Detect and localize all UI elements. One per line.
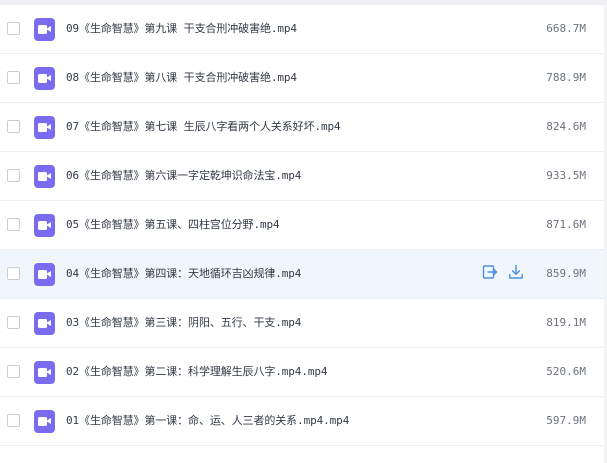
file-name[interactable]: 02《生命智慧》第二课：科学理解生辰八字.mp4.mp4 xyxy=(66,363,328,381)
file-name[interactable]: 08《生命智慧》第八课 干支合刑冲破害绝.mp4 xyxy=(66,69,297,87)
list-item[interactable]: 05《生命智慧》第五课、四柱宫位分野.mp4 871.6M xyxy=(0,201,604,250)
file-name[interactable]: 05《生命智慧》第五课、四柱宫位分野.mp4 xyxy=(66,216,280,234)
file-list: 09《生命智慧》第九课 干支合刑冲破害绝.mp4 668.7M 08《生命智慧》… xyxy=(0,5,604,446)
list-item[interactable]: 08《生命智慧》第八课 干支合刑冲破害绝.mp4 788.9M xyxy=(0,54,604,103)
video-file-icon xyxy=(34,116,55,139)
file-size: 871.6M xyxy=(546,218,586,231)
file-name[interactable]: 06《生命智慧》第六课一字定乾坤识命法宝.mp4 xyxy=(66,167,301,185)
row-checkbox[interactable] xyxy=(7,71,20,84)
row-checkbox[interactable] xyxy=(7,120,20,133)
row-checkbox[interactable] xyxy=(7,316,20,329)
file-size: 788.9M xyxy=(546,71,586,84)
download-icon[interactable] xyxy=(508,264,524,280)
file-name[interactable]: 04《生命智慧》第四课：天地循环吉凶规律.mp4 xyxy=(66,265,301,283)
list-item[interactable]: 03《生命智慧》第三课：阴阳、五行、干支.mp4 819.1M xyxy=(0,299,604,348)
row-checkbox[interactable] xyxy=(7,218,20,231)
file-name[interactable]: 09《生命智慧》第九课 干支合刑冲破害绝.mp4 xyxy=(66,20,297,38)
list-item-hovered[interactable]: 04《生命智慧》第四课：天地循环吉凶规律.mp4 859.9M xyxy=(0,250,604,299)
video-file-icon xyxy=(34,165,55,188)
row-checkbox[interactable] xyxy=(7,22,20,35)
row-checkbox[interactable] xyxy=(7,365,20,378)
row-actions xyxy=(482,264,524,284)
video-file-icon xyxy=(34,361,55,384)
video-file-icon xyxy=(34,18,55,41)
share-icon[interactable] xyxy=(482,264,498,280)
row-checkbox[interactable] xyxy=(7,267,20,280)
file-size: 933.5M xyxy=(546,169,586,182)
list-item[interactable]: 02《生命智慧》第二课：科学理解生辰八字.mp4.mp4 520.6M xyxy=(0,348,604,397)
list-item[interactable]: 01《生命智慧》第一课：命、运、人三者的关系.mp4.mp4 597.9M xyxy=(0,397,604,446)
file-size: 668.7M xyxy=(546,22,586,35)
file-size: 520.6M xyxy=(546,365,586,378)
file-size: 597.9M xyxy=(546,414,586,427)
video-file-icon xyxy=(34,312,55,335)
video-file-icon xyxy=(34,410,55,433)
file-size: 824.6M xyxy=(546,120,586,133)
row-checkbox[interactable] xyxy=(7,414,20,427)
list-item[interactable]: 09《生命智慧》第九课 干支合刑冲破害绝.mp4 668.7M xyxy=(0,5,604,54)
row-checkbox[interactable] xyxy=(7,169,20,182)
video-file-icon xyxy=(34,214,55,237)
file-size: 819.1M xyxy=(546,316,586,329)
list-item[interactable]: 06《生命智慧》第六课一字定乾坤识命法宝.mp4 933.5M xyxy=(0,152,604,201)
file-name[interactable]: 07《生命智慧》第七课 生辰八字看两个人关系好坏.mp4 xyxy=(66,118,341,136)
file-name[interactable]: 01《生命智慧》第一课：命、运、人三者的关系.mp4.mp4 xyxy=(66,412,349,430)
file-size: 859.9M xyxy=(546,267,586,280)
video-file-icon xyxy=(34,67,55,90)
video-file-icon xyxy=(34,263,55,286)
file-name[interactable]: 03《生命智慧》第三课：阴阳、五行、干支.mp4 xyxy=(66,314,301,332)
list-item[interactable]: 07《生命智慧》第七课 生辰八字看两个人关系好坏.mp4 824.6M xyxy=(0,103,604,152)
